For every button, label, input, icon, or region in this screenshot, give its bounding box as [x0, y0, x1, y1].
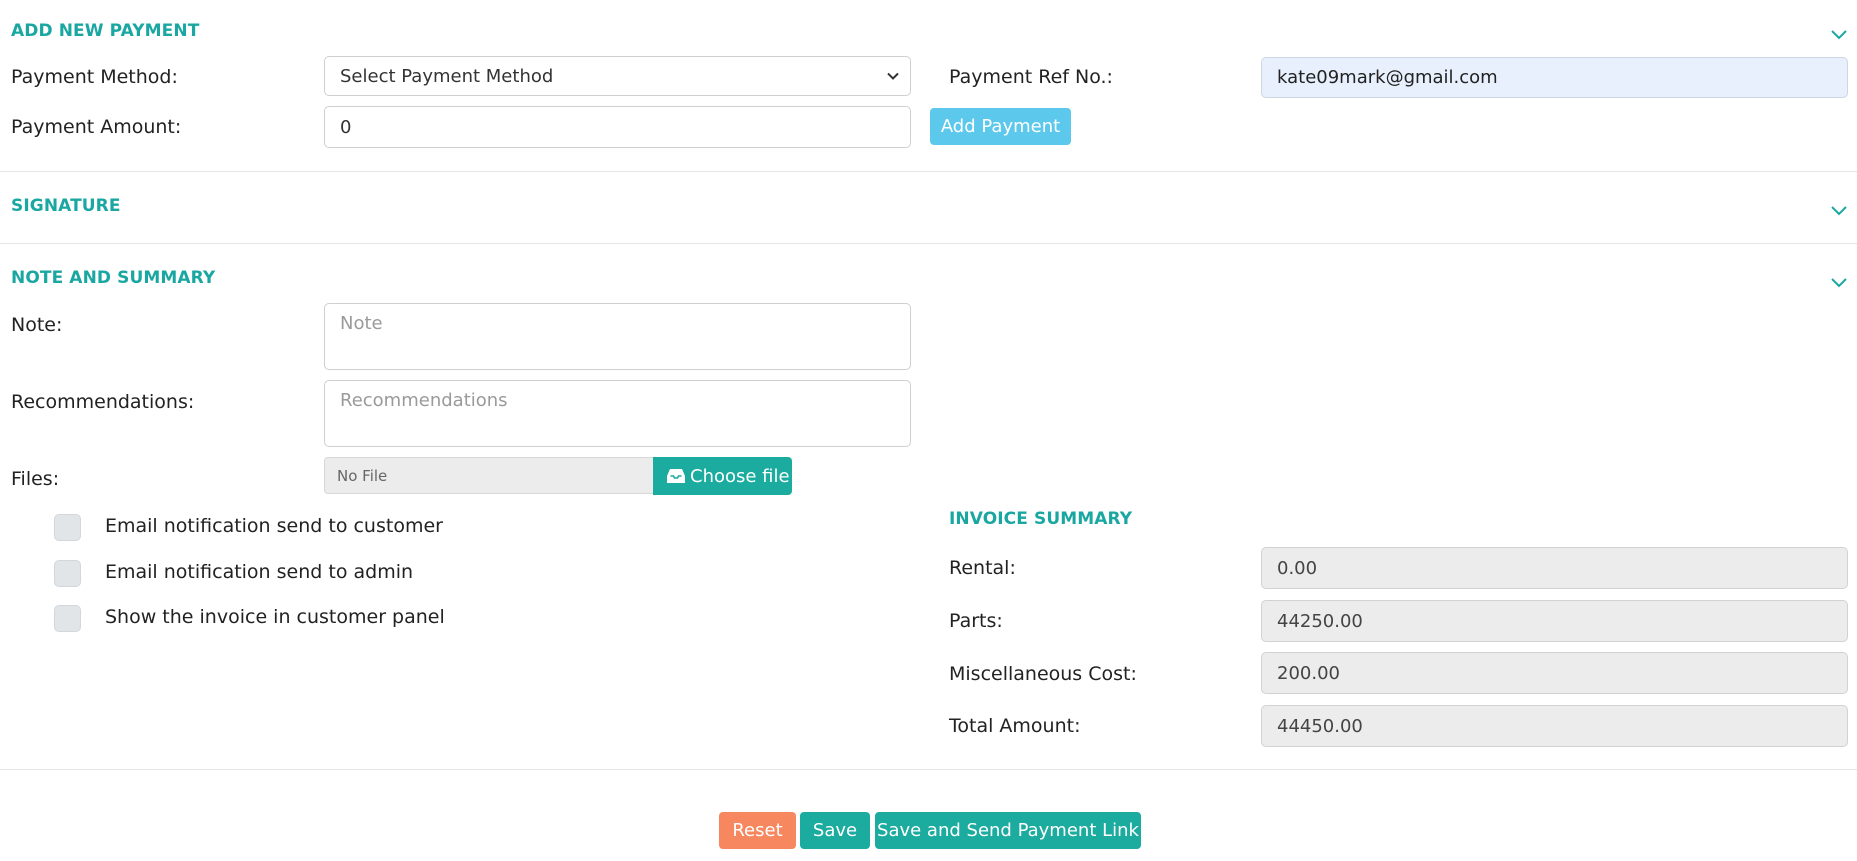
- payment-method-selected-value: Select Payment Method: [340, 65, 554, 87]
- reset-button[interactable]: Reset: [719, 812, 796, 849]
- add-payment-button[interactable]: Add Payment: [930, 108, 1071, 145]
- show-invoice-checkbox-row[interactable]: Show the invoice in customer panel: [54, 605, 445, 632]
- parts-value: 44250.00: [1277, 610, 1363, 632]
- parts-label: Parts:: [949, 610, 1003, 632]
- section-divider: [0, 769, 1857, 770]
- choose-file-label: Choose file: [690, 465, 790, 487]
- misc-cost-label: Miscellaneous Cost:: [949, 663, 1137, 685]
- signature-section-title[interactable]: SIGNATURE: [11, 196, 121, 216]
- show-invoice-checkbox[interactable]: [54, 605, 81, 632]
- file-status-field[interactable]: No File: [324, 457, 654, 494]
- email-admin-label: Email notification send to admin: [105, 561, 414, 583]
- rental-value: 0.00: [1277, 557, 1318, 579]
- add-payment-collapse-chevron-icon[interactable]: [1828, 23, 1850, 45]
- note-label: Note:: [11, 314, 63, 336]
- section-divider: [0, 171, 1857, 172]
- save-button[interactable]: Save: [800, 812, 870, 849]
- payment-ref-input[interactable]: kate09mark@gmail.com: [1261, 57, 1848, 98]
- files-label: Files:: [11, 468, 60, 490]
- total-amount-field: 44450.00: [1261, 705, 1848, 747]
- recommendations-label: Recommendations:: [11, 391, 195, 413]
- payment-ref-value: kate09mark@gmail.com: [1277, 67, 1498, 88]
- add-payment-section-title[interactable]: ADD NEW PAYMENT: [11, 21, 199, 41]
- email-customer-checkbox-row[interactable]: Email notification send to customer: [54, 514, 443, 541]
- note-summary-collapse-chevron-icon[interactable]: [1828, 271, 1850, 293]
- parts-field: 44250.00: [1261, 600, 1848, 642]
- payment-amount-input[interactable]: 0: [324, 106, 911, 148]
- payment-amount-value: 0: [340, 116, 352, 138]
- rental-label: Rental:: [949, 557, 1016, 579]
- payment-method-select[interactable]: Select Payment Method: [324, 56, 911, 96]
- note-placeholder: Note: [340, 313, 383, 334]
- total-amount-label: Total Amount:: [949, 715, 1081, 737]
- email-customer-label: Email notification send to customer: [105, 515, 443, 537]
- section-divider: [0, 243, 1857, 244]
- misc-cost-field: 200.00: [1261, 652, 1848, 694]
- invoice-summary-title: INVOICE SUMMARY: [949, 509, 1133, 529]
- payment-ref-label: Payment Ref No.:: [949, 66, 1113, 88]
- file-status-text: No File: [337, 466, 388, 485]
- recommendations-placeholder: Recommendations: [340, 390, 508, 411]
- payment-method-label: Payment Method:: [11, 66, 178, 88]
- misc-cost-value: 200.00: [1277, 662, 1340, 684]
- email-admin-checkbox[interactable]: [54, 560, 81, 587]
- rental-field: 0.00: [1261, 547, 1848, 589]
- signature-collapse-chevron-icon[interactable]: [1828, 199, 1850, 221]
- email-customer-checkbox[interactable]: [54, 514, 81, 541]
- show-invoice-label: Show the invoice in customer panel: [105, 606, 445, 628]
- choose-file-button[interactable]: Choose file: [653, 457, 792, 495]
- total-amount-value: 44450.00: [1277, 715, 1363, 737]
- recommendations-textarea[interactable]: Recommendations: [324, 380, 911, 447]
- select-chevron-down-icon: [886, 69, 900, 83]
- payment-amount-label: Payment Amount:: [11, 116, 182, 138]
- note-textarea[interactable]: Note: [324, 303, 911, 370]
- note-summary-section-title[interactable]: NOTE AND SUMMARY: [11, 268, 215, 288]
- email-admin-checkbox-row[interactable]: Email notification send to admin: [54, 560, 413, 587]
- save-and-send-payment-link-button[interactable]: Save and Send Payment Link: [875, 812, 1141, 849]
- inbox-icon: [666, 467, 686, 485]
